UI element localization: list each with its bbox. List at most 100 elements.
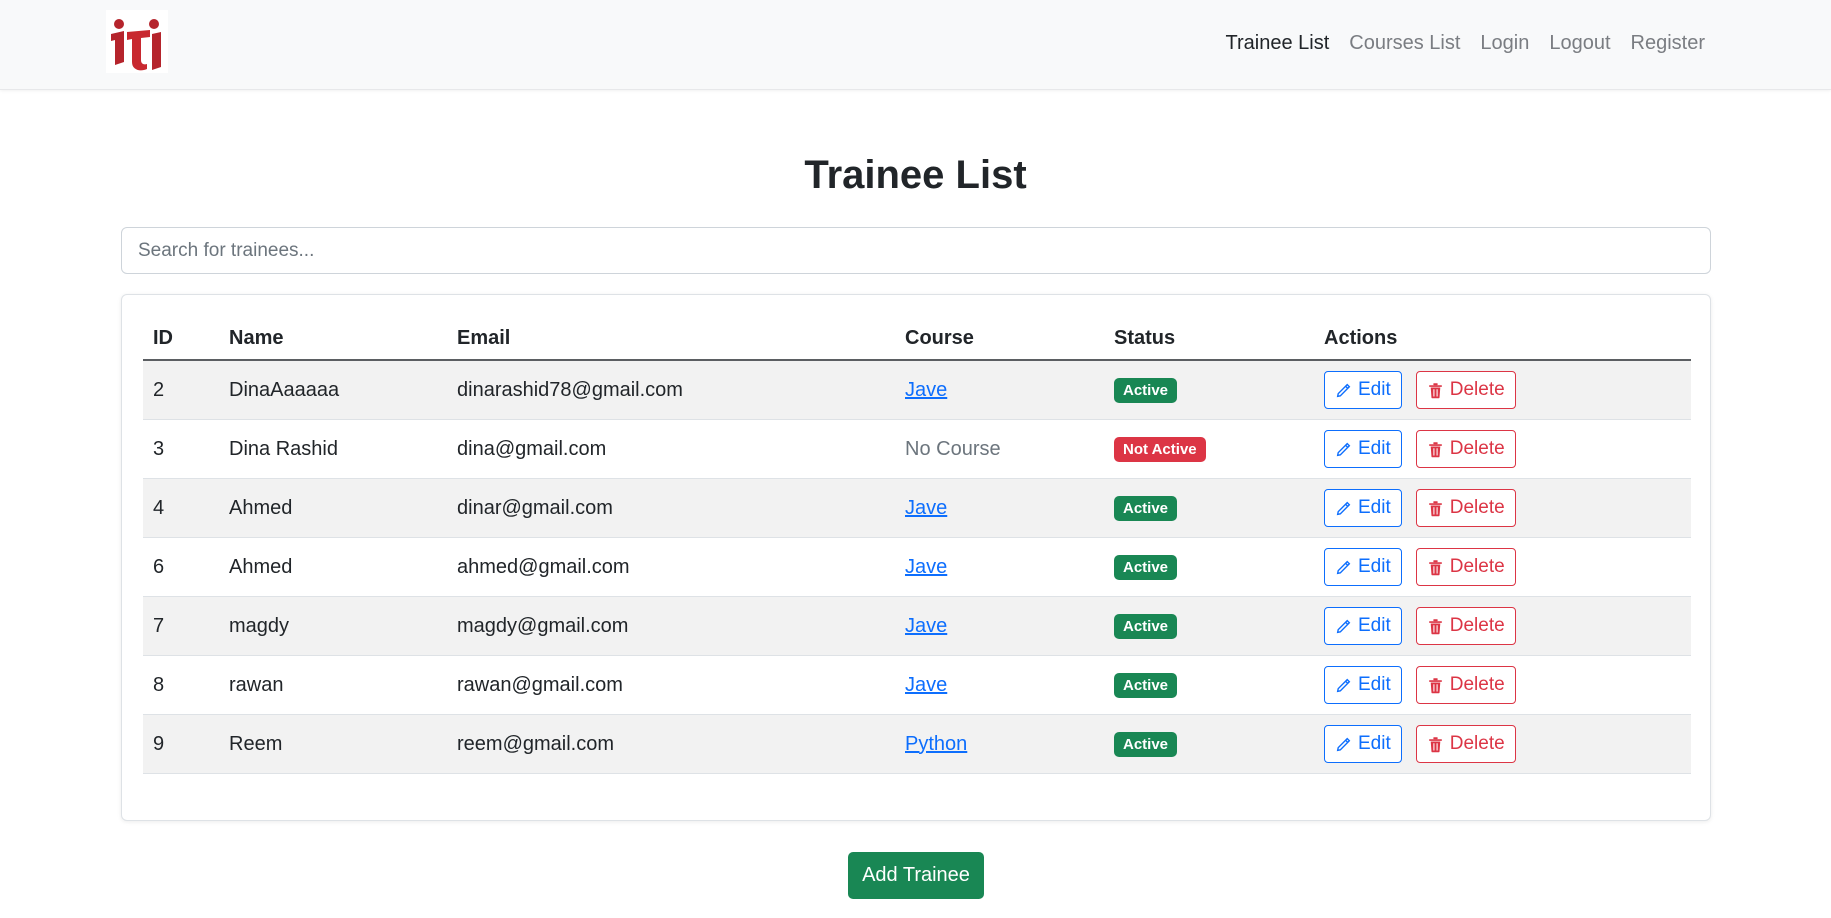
edit-label: Edit (1358, 733, 1391, 754)
header-name: Name (219, 317, 447, 361)
nav-link-courses-list[interactable]: Courses List (1339, 28, 1470, 58)
trainee-table-card: ID Name Email Course Status Actions 2 Din… (121, 294, 1711, 821)
trash-icon (1427, 677, 1444, 694)
cell-course: Jave (895, 655, 1104, 715)
cell-email: dinar@gmail.com (447, 478, 895, 538)
trash-icon (1427, 441, 1444, 458)
delete-label: Delete (1449, 615, 1505, 636)
edit-button[interactable]: Edit (1324, 371, 1402, 409)
trash-icon (1427, 736, 1444, 753)
edit-label: Edit (1358, 438, 1391, 459)
status-badge: Active (1114, 672, 1178, 698)
cell-actions: Edit Delete (1314, 714, 1691, 774)
delete-label: Delete (1449, 497, 1505, 518)
nav-link-logout[interactable]: Logout (1539, 28, 1620, 58)
cell-status: Active (1104, 714, 1314, 774)
add-trainee-button[interactable]: Add Trainee (848, 852, 984, 899)
nav-link-register[interactable]: Register (1621, 28, 1715, 58)
delete-button[interactable]: Delete (1415, 430, 1516, 468)
header-actions: Actions (1314, 317, 1691, 361)
pencil-icon (1335, 677, 1352, 694)
status-badge: Active (1114, 613, 1178, 639)
delete-label: Delete (1449, 379, 1505, 400)
cell-name: DinaAaaaaa (219, 360, 447, 420)
cell-name: Ahmed (219, 537, 447, 597)
cell-name: Dina Rashid (219, 419, 447, 479)
nav-link-login[interactable]: Login (1470, 28, 1539, 58)
pencil-icon (1335, 500, 1352, 517)
cell-actions: Edit Delete (1314, 360, 1691, 420)
cell-status: Active (1104, 360, 1314, 420)
search-input[interactable] (121, 227, 1711, 274)
cell-actions: Edit Delete (1314, 419, 1691, 479)
status-badge: Active (1114, 495, 1178, 521)
trash-icon (1427, 500, 1444, 517)
trash-icon (1427, 382, 1444, 399)
course-link[interactable]: Jave (905, 615, 947, 637)
delete-button[interactable]: Delete (1415, 607, 1516, 645)
edit-button[interactable]: Edit (1324, 548, 1402, 586)
course-link[interactable]: Jave (905, 497, 947, 519)
cell-email: ahmed@gmail.com (447, 537, 895, 597)
cell-id: 3 (143, 419, 219, 479)
edit-button[interactable]: Edit (1324, 725, 1402, 763)
course-link[interactable]: Python (905, 733, 967, 755)
course-link[interactable]: Jave (905, 379, 947, 401)
cell-course: Jave (895, 360, 1104, 420)
delete-label: Delete (1449, 438, 1505, 459)
status-badge: Active (1114, 377, 1178, 403)
page-title: Trainee List (804, 153, 1027, 197)
table-body: 2 DinaAaaaaa dinarashid78@gmail.com Jave Act… (143, 360, 1691, 774)
cell-course: No Course (895, 419, 1104, 479)
course-link[interactable]: Jave (905, 556, 947, 578)
cell-email: dinarashid78@gmail.com (447, 360, 895, 420)
header-status: Status (1104, 317, 1314, 361)
delete-button[interactable]: Delete (1415, 371, 1516, 409)
cell-course: Python (895, 714, 1104, 774)
cell-name: magdy (219, 596, 447, 656)
table-row: 7 magdy magdy@gmail.com Jave Active Edit Delet… (143, 596, 1691, 656)
header-email: Email (447, 317, 895, 361)
table-row: 4 Ahmed dinar@gmail.com Jave Active Edit Delet… (143, 478, 1691, 538)
cell-name: Reem (219, 714, 447, 774)
edit-button[interactable]: Edit (1324, 607, 1402, 645)
edit-label: Edit (1358, 674, 1391, 695)
no-course-text: No Course (905, 437, 1001, 460)
table-header: ID Name Email Course Status Actions (143, 317, 1691, 361)
header-id: ID (143, 317, 219, 361)
table-row: 9 Reem reem@gmail.com Python Active Edit Delet… (143, 714, 1691, 774)
status-badge: Active (1114, 731, 1178, 757)
delete-button[interactable]: Delete (1415, 548, 1516, 586)
cell-email: magdy@gmail.com (447, 596, 895, 656)
edit-button[interactable]: Edit (1324, 430, 1402, 468)
edit-button[interactable]: Edit (1324, 666, 1402, 704)
course-link[interactable]: Jave (905, 674, 947, 696)
status-badge: Not Active (1114, 436, 1206, 462)
cell-id: 4 (143, 478, 219, 538)
pencil-icon (1335, 382, 1352, 399)
delete-button[interactable]: Delete (1415, 489, 1516, 527)
delete-button[interactable]: Delete (1415, 666, 1516, 704)
cell-name: Ahmed (219, 478, 447, 538)
table-row: 2 DinaAaaaaa dinarashid78@gmail.com Jave Act… (143, 360, 1691, 420)
iti-logo[interactable] (106, 10, 168, 73)
edit-button[interactable]: Edit (1324, 489, 1402, 527)
delete-button[interactable]: Delete (1415, 725, 1516, 763)
cell-actions: Edit Delete (1314, 478, 1691, 538)
cell-status: Active (1104, 537, 1314, 597)
cell-actions: Edit Delete (1314, 596, 1691, 656)
delete-label: Delete (1449, 674, 1505, 695)
table-row: 3 Dina Rashid dina@gmail.com No Course Not A… (143, 419, 1691, 479)
cell-id: 6 (143, 537, 219, 597)
pencil-icon (1335, 441, 1352, 458)
header-course: Course (895, 317, 1104, 361)
cell-course: Jave (895, 537, 1104, 597)
cell-actions: Edit Delete (1314, 537, 1691, 597)
navbar: Trainee List Courses List Login Logout R… (0, 0, 1831, 90)
trash-icon (1427, 559, 1444, 576)
table-row: 6 Ahmed ahmed@gmail.com Jave Active Edit Delet… (143, 537, 1691, 597)
nav-link-trainee-list[interactable]: Trainee List (1216, 28, 1340, 58)
cell-actions: Edit Delete (1314, 655, 1691, 715)
cell-status: Active (1104, 478, 1314, 538)
edit-label: Edit (1358, 497, 1391, 518)
